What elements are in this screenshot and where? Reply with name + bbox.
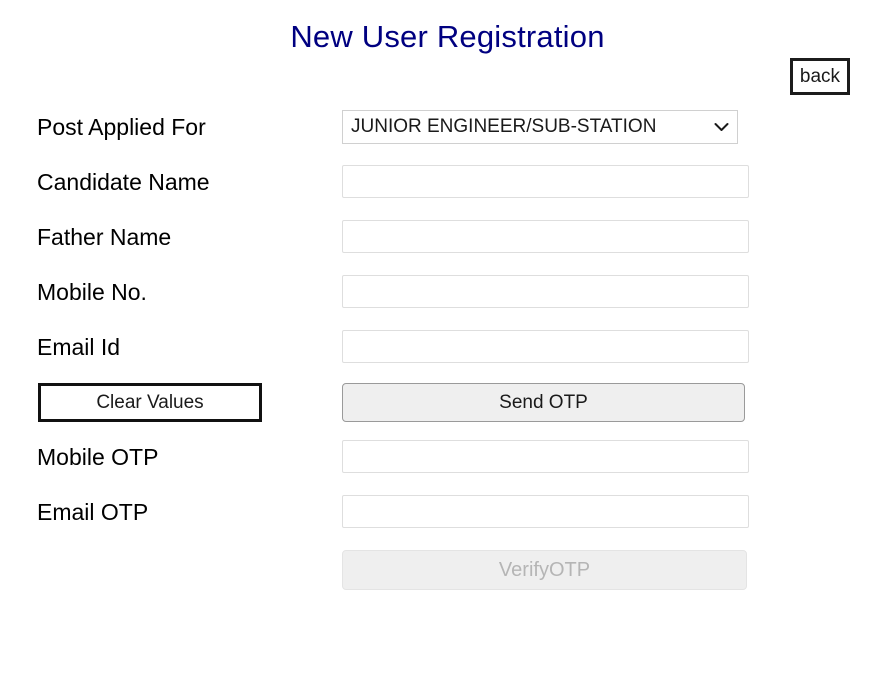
form-row-verify: VerifyOTP [0,550,895,605]
label-email-id: Email Id [37,334,121,360]
form-row-mobile-no: Mobile No. [0,275,895,330]
form-row-actions: Clear Values Send OTP [0,383,895,440]
control-mobile-no [342,275,749,308]
control-post-applied-for: JUNIOR ENGINEER/SUB-STATION [342,110,738,144]
back-button[interactable]: back [790,58,850,95]
form-row-post-applied-for: Post Applied For JUNIOR ENGINEER/SUB-STA… [0,110,895,165]
email-id-input[interactable] [342,330,749,363]
mobile-otp-input[interactable] [342,440,749,473]
label-mobile-otp: Mobile OTP [37,444,159,470]
control-mobile-otp [342,440,749,473]
mobile-no-input[interactable] [342,275,749,308]
form-row-email-otp: Email OTP [0,495,895,550]
control-father-name [342,220,749,253]
control-candidate-name [342,165,749,198]
verify-otp-button[interactable]: VerifyOTP [342,550,747,590]
label-post-applied-for: Post Applied For [37,114,206,140]
form-row-candidate-name: Candidate Name [0,165,895,220]
form-row-email-id: Email Id [0,330,895,385]
clear-values-button[interactable]: Clear Values [38,383,262,422]
registration-form: Post Applied For JUNIOR ENGINEER/SUB-STA… [0,110,895,605]
candidate-name-input[interactable] [342,165,749,198]
registration-page: New User Registration back Post Applied … [0,0,895,691]
form-row-mobile-otp: Mobile OTP [0,440,895,495]
form-row-father-name: Father Name [0,220,895,275]
email-otp-input[interactable] [342,495,749,528]
control-email-id [342,330,749,363]
post-applied-for-select[interactable]: JUNIOR ENGINEER/SUB-STATION [342,110,738,144]
page-title: New User Registration [290,18,605,54]
label-father-name: Father Name [37,224,172,250]
label-candidate-name: Candidate Name [37,169,210,195]
control-email-otp [342,495,749,528]
father-name-input[interactable] [342,220,749,253]
label-email-otp: Email OTP [37,499,149,525]
send-otp-button[interactable]: Send OTP [342,383,745,422]
label-mobile-no: Mobile No. [37,279,147,305]
post-select-wrap: JUNIOR ENGINEER/SUB-STATION [342,110,738,144]
